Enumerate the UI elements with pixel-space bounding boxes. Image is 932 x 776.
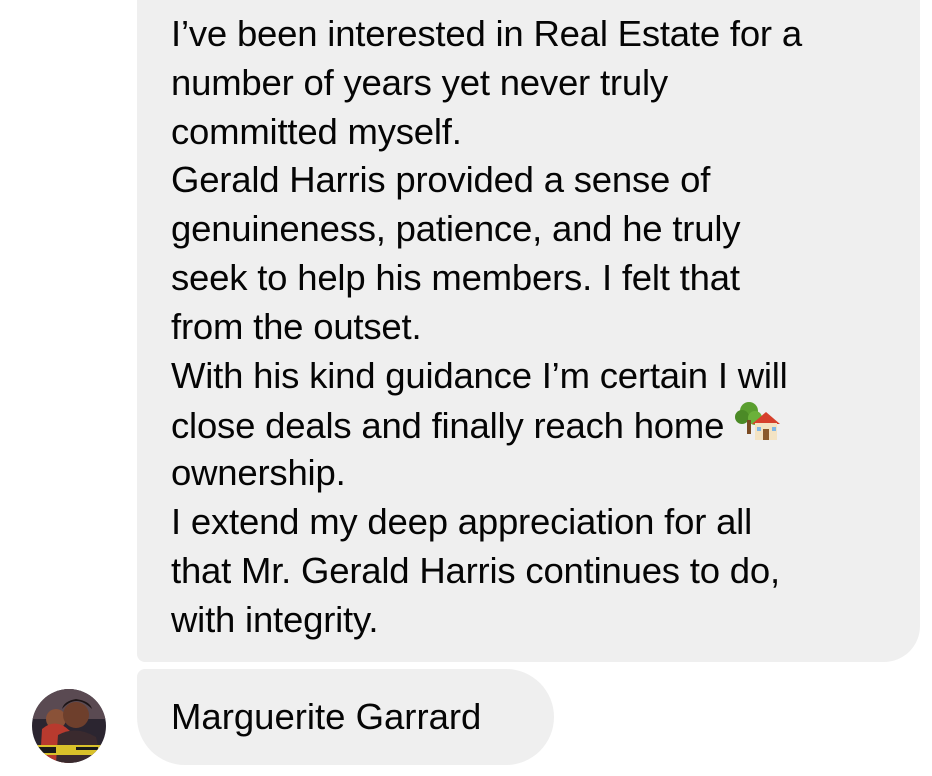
message-line: I extend my deep appreciation for all <box>171 500 753 542</box>
message-line: from the outset. <box>171 305 422 347</box>
message-line: that Mr. Gerald Harris continues to do, <box>171 549 780 591</box>
author-name: Marguerite Garrard <box>171 696 482 737</box>
message-line: number of years yet never truly <box>171 61 668 103</box>
message-line: with integrity. <box>171 598 379 640</box>
message-line: genuineness, patience, and he truly <box>171 208 741 250</box>
message-text: I’ve been interested in Real Estate for … <box>171 10 911 644</box>
house-with-garden-icon <box>734 400 781 455</box>
message-line: seek to help his members. I felt that <box>171 256 740 298</box>
profile-photo-icon <box>32 689 106 763</box>
message-line: Gerald Harris provided a sense of <box>171 159 711 201</box>
message-line: committed myself. <box>171 110 462 152</box>
avatar[interactable] <box>32 689 106 763</box>
message-line-with-emoji: close deals and finally reach home <box>171 400 911 449</box>
message-line: close deals and finally reach home <box>171 405 725 447</box>
message-line: With his kind guidance I’m certain I wil… <box>171 354 788 396</box>
message-line: I’ve been interested in Real Estate for … <box>171 13 802 54</box>
message-line: ownership. <box>171 452 346 494</box>
